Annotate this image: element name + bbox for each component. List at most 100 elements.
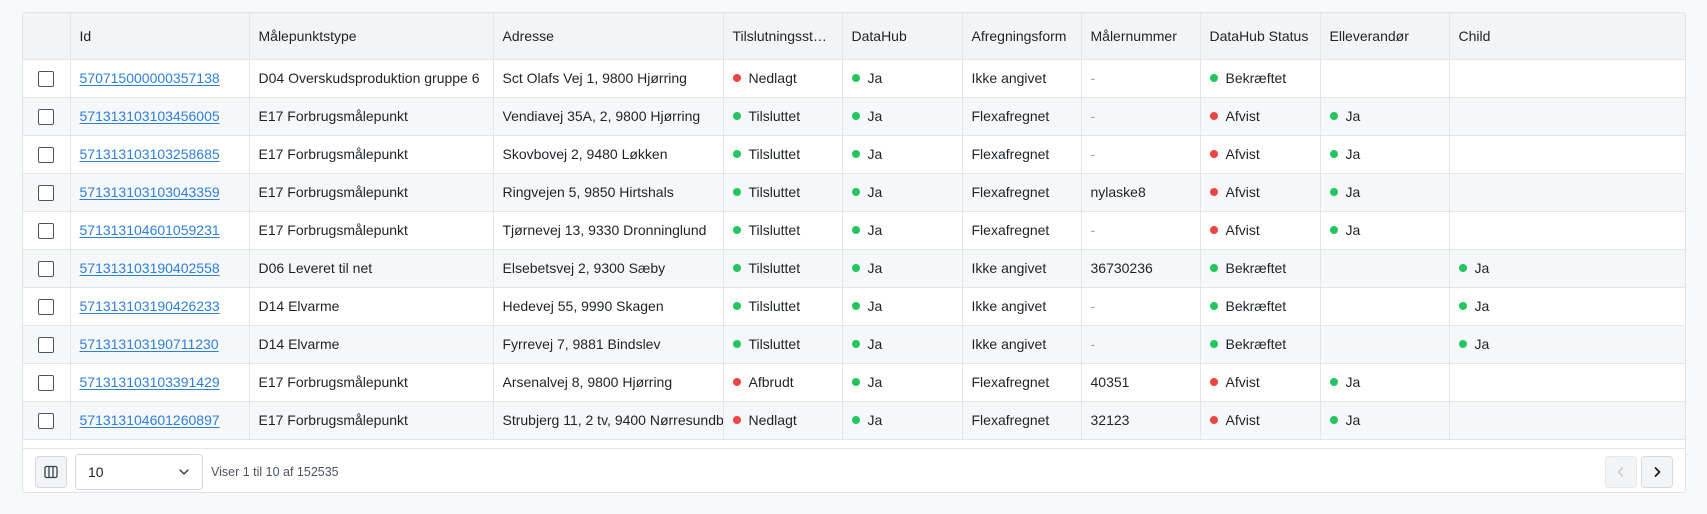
column-header-type[interactable]: Målepunktstype	[249, 13, 494, 60]
column-header-datahub-status[interactable]: DataHub Status	[1200, 13, 1321, 60]
connection-status-cell: Tilsluttet	[723, 135, 843, 174]
child-text: Ja	[1474, 298, 1490, 314]
chevron-left-icon	[1617, 466, 1624, 477]
supplier-cell	[1320, 287, 1450, 326]
column-header-id[interactable]: Id	[70, 13, 250, 60]
child-cell: Ja	[1449, 287, 1685, 326]
supplier-text: Ja	[1345, 374, 1361, 390]
supplier-cell: Ja	[1320, 97, 1450, 136]
datahub-status-text: Afvist	[1225, 146, 1260, 162]
metering-point-id-link[interactable]: 571313104601059231	[80, 222, 220, 238]
table-row[interactable]: 571313103190711230 D14 Elvarme Fyrrevej 7,…	[23, 325, 1685, 364]
child-cell	[1449, 135, 1685, 174]
connection-status-cell: Tilsluttet	[723, 249, 843, 288]
column-header-settlement[interactable]: Afregningsform	[962, 13, 1082, 60]
column-header-address[interactable]: Adresse	[493, 13, 724, 60]
row-checkbox[interactable]	[38, 222, 55, 239]
row-checkbox[interactable]	[38, 260, 55, 277]
row-checkbox[interactable]	[38, 146, 55, 163]
datahub-text: Ja	[867, 222, 883, 238]
datahub-status-dot	[1209, 302, 1218, 310]
row-checkbox[interactable]	[38, 70, 55, 87]
datahub-status-cell: Bekræftet	[1200, 59, 1321, 98]
child-cell: Ja	[1449, 249, 1685, 288]
metering-point-id-link[interactable]: 571313103190402558	[80, 260, 220, 276]
settlement-cell: Ikke angivet	[962, 287, 1082, 326]
next-page-button[interactable]	[1641, 455, 1673, 488]
id-cell: 571313104601260897	[70, 401, 250, 440]
table-row[interactable]: 571313103190402558 D06 Leveret til net Els…	[23, 249, 1685, 288]
metering-point-id-link[interactable]: 571313103190426233	[80, 298, 220, 314]
type-cell: E17 Forbrugsmålepunkt	[249, 211, 494, 250]
table-row[interactable]: 571313103103258685 E17 Forbrugsmålepunkt S…	[23, 135, 1685, 174]
row-checkbox[interactable]	[38, 298, 55, 315]
connection-status-cell: Tilsluttet	[723, 97, 843, 136]
column-visibility-button[interactable]	[35, 455, 67, 488]
supplier-cell	[1320, 249, 1450, 288]
child-text: Ja	[1474, 336, 1490, 352]
chevron-right-icon	[1654, 466, 1661, 477]
metering-point-id-link[interactable]: 571313103103391429	[80, 374, 220, 390]
column-header-connection-status[interactable]: Tilslutningsstat…	[723, 13, 843, 60]
row-checkbox[interactable]	[38, 412, 55, 429]
metering-point-id-link[interactable]: 571313103103258685	[80, 146, 220, 162]
supplier-dot	[1329, 226, 1338, 234]
row-checkbox[interactable]	[38, 108, 55, 125]
row-checkbox[interactable]	[38, 374, 55, 391]
datahub-status-text: Bekræftet	[1225, 298, 1287, 314]
page-size-select[interactable]: 10	[75, 453, 203, 490]
supplier-text: Ja	[1345, 146, 1361, 162]
datahub-text: Ja	[867, 336, 883, 352]
datahub-status-dot	[1209, 378, 1218, 386]
table-row[interactable]: 571313103103043359 E17 Forbrugsmålepunkt R…	[23, 173, 1685, 212]
previous-page-button[interactable]	[1605, 455, 1637, 488]
connection-status-dot	[732, 264, 741, 272]
table-row[interactable]: 571313103103456005 E17 Forbrugsmålepunkt V…	[23, 97, 1685, 136]
datahub-status-text: Afvist	[1225, 374, 1260, 390]
datahub-dot	[851, 416, 860, 424]
id-cell: 570715000000357138	[70, 59, 250, 98]
address-cell: Skovbovej 2, 9480 Løkken	[493, 135, 724, 174]
metering-point-id-link[interactable]: 571313103103456005	[80, 108, 220, 124]
connection-status-text: Nedlagt	[748, 70, 797, 86]
supplier-text: Ja	[1345, 108, 1361, 124]
connection-status-text: Nedlagt	[748, 412, 797, 428]
connection-status-dot	[732, 150, 741, 158]
connection-status-text: Tilsluttet	[748, 260, 801, 276]
column-header-supplier[interactable]: Elleverandør	[1320, 13, 1450, 60]
meter-number-cell: -	[1081, 211, 1201, 250]
column-header-datahub[interactable]: DataHub	[842, 13, 963, 60]
table-row[interactable]: 571313104601260897 E17 Forbrugsmålepunkt S…	[23, 401, 1685, 440]
table-row[interactable]: 570715000000357138 D04 Overskudsproduktio…	[23, 59, 1685, 98]
supplier-dot	[1329, 378, 1338, 386]
connection-status-text: Tilsluttet	[748, 222, 801, 238]
table-row[interactable]: 571313103103391429 E17 Forbrugsmålepunkt A…	[23, 363, 1685, 402]
column-header-child[interactable]: Child	[1449, 13, 1685, 60]
connection-status-dot	[732, 378, 741, 386]
table-row[interactable]: 571313103190426233 D14 Elvarme Hedevej 55,…	[23, 287, 1685, 326]
settlement-cell: Flexafregnet	[962, 97, 1082, 136]
datahub-dot	[851, 226, 860, 234]
child-dot	[1458, 302, 1467, 310]
connection-status-dot	[732, 340, 741, 348]
supplier-text: Ja	[1345, 184, 1361, 200]
metering-point-id-link[interactable]: 571313103190711230	[80, 336, 219, 352]
connection-status-dot	[732, 188, 741, 196]
row-checkbox[interactable]	[38, 336, 55, 353]
table-row[interactable]: 571313104601059231 E17 Forbrugsmålepunkt T…	[23, 211, 1685, 250]
datahub-status-dot	[1209, 226, 1218, 234]
metering-point-id-link[interactable]: 570715000000357138	[80, 70, 220, 86]
address-cell: Ringvejen 5, 9850 Hirtshals	[493, 173, 724, 212]
child-cell	[1449, 97, 1685, 136]
row-select-cell	[23, 325, 71, 364]
column-header-meter-number[interactable]: Målernummer	[1081, 13, 1201, 60]
datahub-text: Ja	[867, 412, 883, 428]
address-cell: Hedevej 55, 9990 Skagen	[493, 287, 724, 326]
row-checkbox[interactable]	[38, 184, 55, 201]
metering-point-id-link[interactable]: 571313103103043359	[80, 184, 220, 200]
datahub-cell: Ja	[842, 363, 963, 402]
datahub-cell: Ja	[842, 135, 963, 174]
metering-point-id-link[interactable]: 571313104601260897	[80, 412, 220, 428]
datahub-cell: Ja	[842, 401, 963, 440]
datahub-status-cell: Bekræftet	[1200, 325, 1321, 364]
